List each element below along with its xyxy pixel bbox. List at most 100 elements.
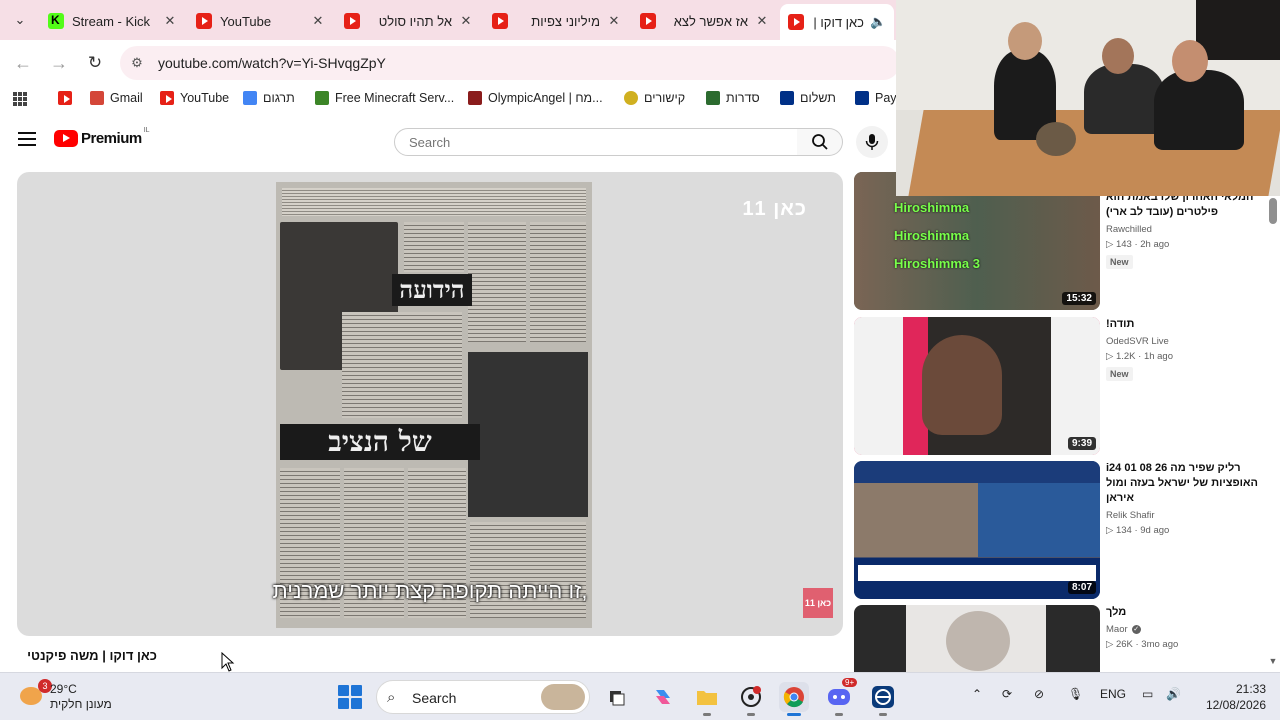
video-thumbnail[interactable]: 9:39	[854, 317, 1100, 455]
paypal-icon	[855, 91, 869, 105]
address-bar[interactable]: ⚙ youtube.com/watch?v=Yi-SHvqgZpY	[120, 46, 900, 80]
channel-name[interactable]: Rawchilled	[1106, 224, 1266, 235]
channel-label: Relik Shafir	[1106, 510, 1155, 521]
tab-title: אז אפשר לצא	[673, 13, 748, 29]
tab-title: כאן דוקו |	[813, 14, 864, 30]
volume-icon[interactable]: 🔊	[1166, 687, 1181, 701]
discord-icon[interactable]: 9+	[824, 678, 858, 716]
close-tab-icon[interactable]: ✕	[458, 13, 474, 29]
video-meta: המלאי האחרון שלו באמת הוא פילטרים (עובד …	[1106, 190, 1266, 270]
bookmark-youtube[interactable]: YouTube	[160, 91, 229, 105]
kick-icon	[48, 13, 64, 29]
bookmark-olympic[interactable]: OlympicAngel | מח...	[468, 91, 603, 105]
bookmark-links[interactable]: קישורים	[624, 91, 685, 105]
tab-active-video[interactable]: כאן דוקו | 🔈	[780, 4, 894, 40]
windows-start-icon[interactable]	[338, 685, 362, 709]
site-info-icon[interactable]: ⚙	[128, 54, 146, 72]
url-text[interactable]: youtube.com/watch?v=Yi-SHvqgZpY	[158, 55, 386, 71]
task-view-icon[interactable]	[602, 682, 632, 712]
stats-label: 134 · 9d ago	[1115, 525, 1170, 536]
bookmark-label: תרגום	[263, 91, 295, 105]
news-ticker-bar	[858, 565, 1096, 581]
text-column	[342, 312, 462, 418]
video-title[interactable]: מלך	[1106, 605, 1266, 620]
tab-video-2[interactable]: מיליוני צפיות ✕	[484, 6, 630, 36]
back-arrow-icon[interactable]: ←	[11, 51, 35, 75]
tab-search-chevron-icon[interactable]: ⌄	[8, 8, 32, 32]
speaker-icon[interactable]: 🔈	[870, 14, 886, 30]
system-clock[interactable]: 21:33 12/08/2026	[1196, 681, 1266, 713]
bookmark-series[interactable]: סדרות	[706, 91, 760, 105]
microphone-tray-icon[interactable]: 🎙	[1068, 687, 1083, 701]
reload-icon[interactable]: ↻	[83, 51, 107, 75]
file-explorer-icon[interactable]	[692, 682, 722, 716]
language-indicator[interactable]: ENG	[1100, 687, 1126, 701]
bookmark-label: סדרות	[726, 91, 760, 105]
text-column	[404, 222, 464, 272]
newspaper-clipping-image: הידועה של הנציב	[276, 182, 592, 628]
taskbar-search[interactable]: ⌕ Search	[376, 680, 590, 714]
webcam-person	[1084, 64, 1164, 134]
monitor-icon[interactable]: ▭	[1142, 687, 1153, 701]
channel-name[interactable]: OdedSVR Live	[1106, 336, 1266, 347]
network-off-icon[interactable]: ⊘	[1034, 687, 1044, 701]
show-hidden-icons-chevron-icon[interactable]: ⌃	[972, 687, 982, 701]
video-thumbnail[interactable]: 8:07	[854, 461, 1100, 599]
video-player[interactable]: הידועה של הנציב כאן 11 זו הייתה תקופה קצ…	[17, 172, 843, 636]
recommendation-item[interactable]: מלך Maor ✓ ▷ 26K · 3mo ago	[854, 605, 1268, 672]
scroll-down-arrow-icon[interactable]: ▼	[1266, 656, 1280, 670]
search-button[interactable]	[797, 128, 843, 156]
thumbnail-overlay-text: Hiroshimma	[894, 200, 970, 215]
tab-youtube[interactable]: YouTube ✕	[188, 6, 334, 36]
bookmark-minecraft[interactable]: Free Minecraft Serv...	[315, 91, 454, 105]
close-tab-icon[interactable]: ✕	[162, 13, 178, 29]
scrollbar-thumb[interactable]	[1269, 198, 1277, 224]
forward-arrow-icon[interactable]: →	[47, 51, 71, 75]
webcam-person-head	[1172, 40, 1208, 82]
translate-icon	[243, 91, 257, 105]
video-title[interactable]: תודה!	[1106, 317, 1266, 332]
remote-desktop-icon[interactable]	[868, 682, 898, 716]
search-field[interactable]	[394, 128, 798, 156]
recommendation-item[interactable]: 8:07 רליק שפיר מה 26 08 01 i24 האופציות …	[854, 461, 1268, 599]
sync-icon[interactable]: ⟳	[1002, 687, 1012, 701]
close-tab-icon[interactable]: ✕	[754, 13, 770, 29]
text-column	[530, 222, 586, 342]
bookmark-payment[interactable]: תשלום	[780, 91, 836, 105]
bookmark-translate[interactable]: תרגום	[243, 91, 295, 105]
bookmark-gmail[interactable]: Gmail	[90, 91, 143, 105]
recommendation-item[interactable]: 9:39 תודה! OdedSVR Live ▷ 1.2K · 1h ago …	[854, 317, 1268, 455]
video-title[interactable]: רליק שפיר מה 26 08 01 i24 האופציות של יש…	[1106, 461, 1266, 506]
close-tab-icon[interactable]: ✕	[310, 13, 326, 29]
menu-icon[interactable]	[18, 132, 36, 146]
youtube-premium-logo[interactable]: Premium IL	[54, 127, 150, 147]
channel-name[interactable]: Maor ✓	[1106, 624, 1266, 635]
bookmark-label: קישורים	[644, 91, 686, 105]
chrome-icon[interactable]	[779, 682, 809, 716]
tab-video-1[interactable]: אל תהיו סולט ✕	[336, 6, 482, 36]
running-indicator	[747, 713, 755, 716]
stats-label: 1.2K · 1h ago	[1115, 351, 1173, 362]
running-indicator	[703, 713, 711, 716]
copilot-icon[interactable]	[648, 682, 678, 712]
microphone-icon	[865, 134, 879, 150]
webcam-person-head	[1008, 22, 1042, 60]
channel-name[interactable]: Relik Shafir	[1106, 510, 1266, 521]
apps-grid-icon[interactable]	[12, 91, 28, 107]
video-meta: רליק שפיר מה 26 08 01 i24 האופציות של יש…	[1106, 461, 1266, 536]
video-thumbnail[interactable]	[854, 605, 1100, 672]
chatgpt-icon[interactable]	[736, 682, 766, 716]
video-duration: 8:07	[1067, 581, 1096, 594]
search-input[interactable]	[395, 129, 775, 155]
close-tab-icon[interactable]: ✕	[606, 13, 622, 29]
bookmark-label: תשלום	[800, 91, 836, 105]
channel-watermark-badge[interactable]: כאן 11	[803, 588, 833, 618]
studio-panel	[978, 483, 1100, 557]
bookmark-youtube-icon-only[interactable]	[58, 91, 78, 105]
tab-video-3[interactable]: אז אפשר לצא ✕	[632, 6, 778, 36]
weather-widget[interactable]: 3 29°C מעונן חלקית	[14, 679, 154, 715]
tab-kick[interactable]: Stream - Kick ✕	[40, 6, 186, 36]
video-duration: 9:39	[1067, 437, 1096, 450]
voice-search-button[interactable]	[856, 126, 888, 158]
man-photo	[468, 352, 588, 517]
